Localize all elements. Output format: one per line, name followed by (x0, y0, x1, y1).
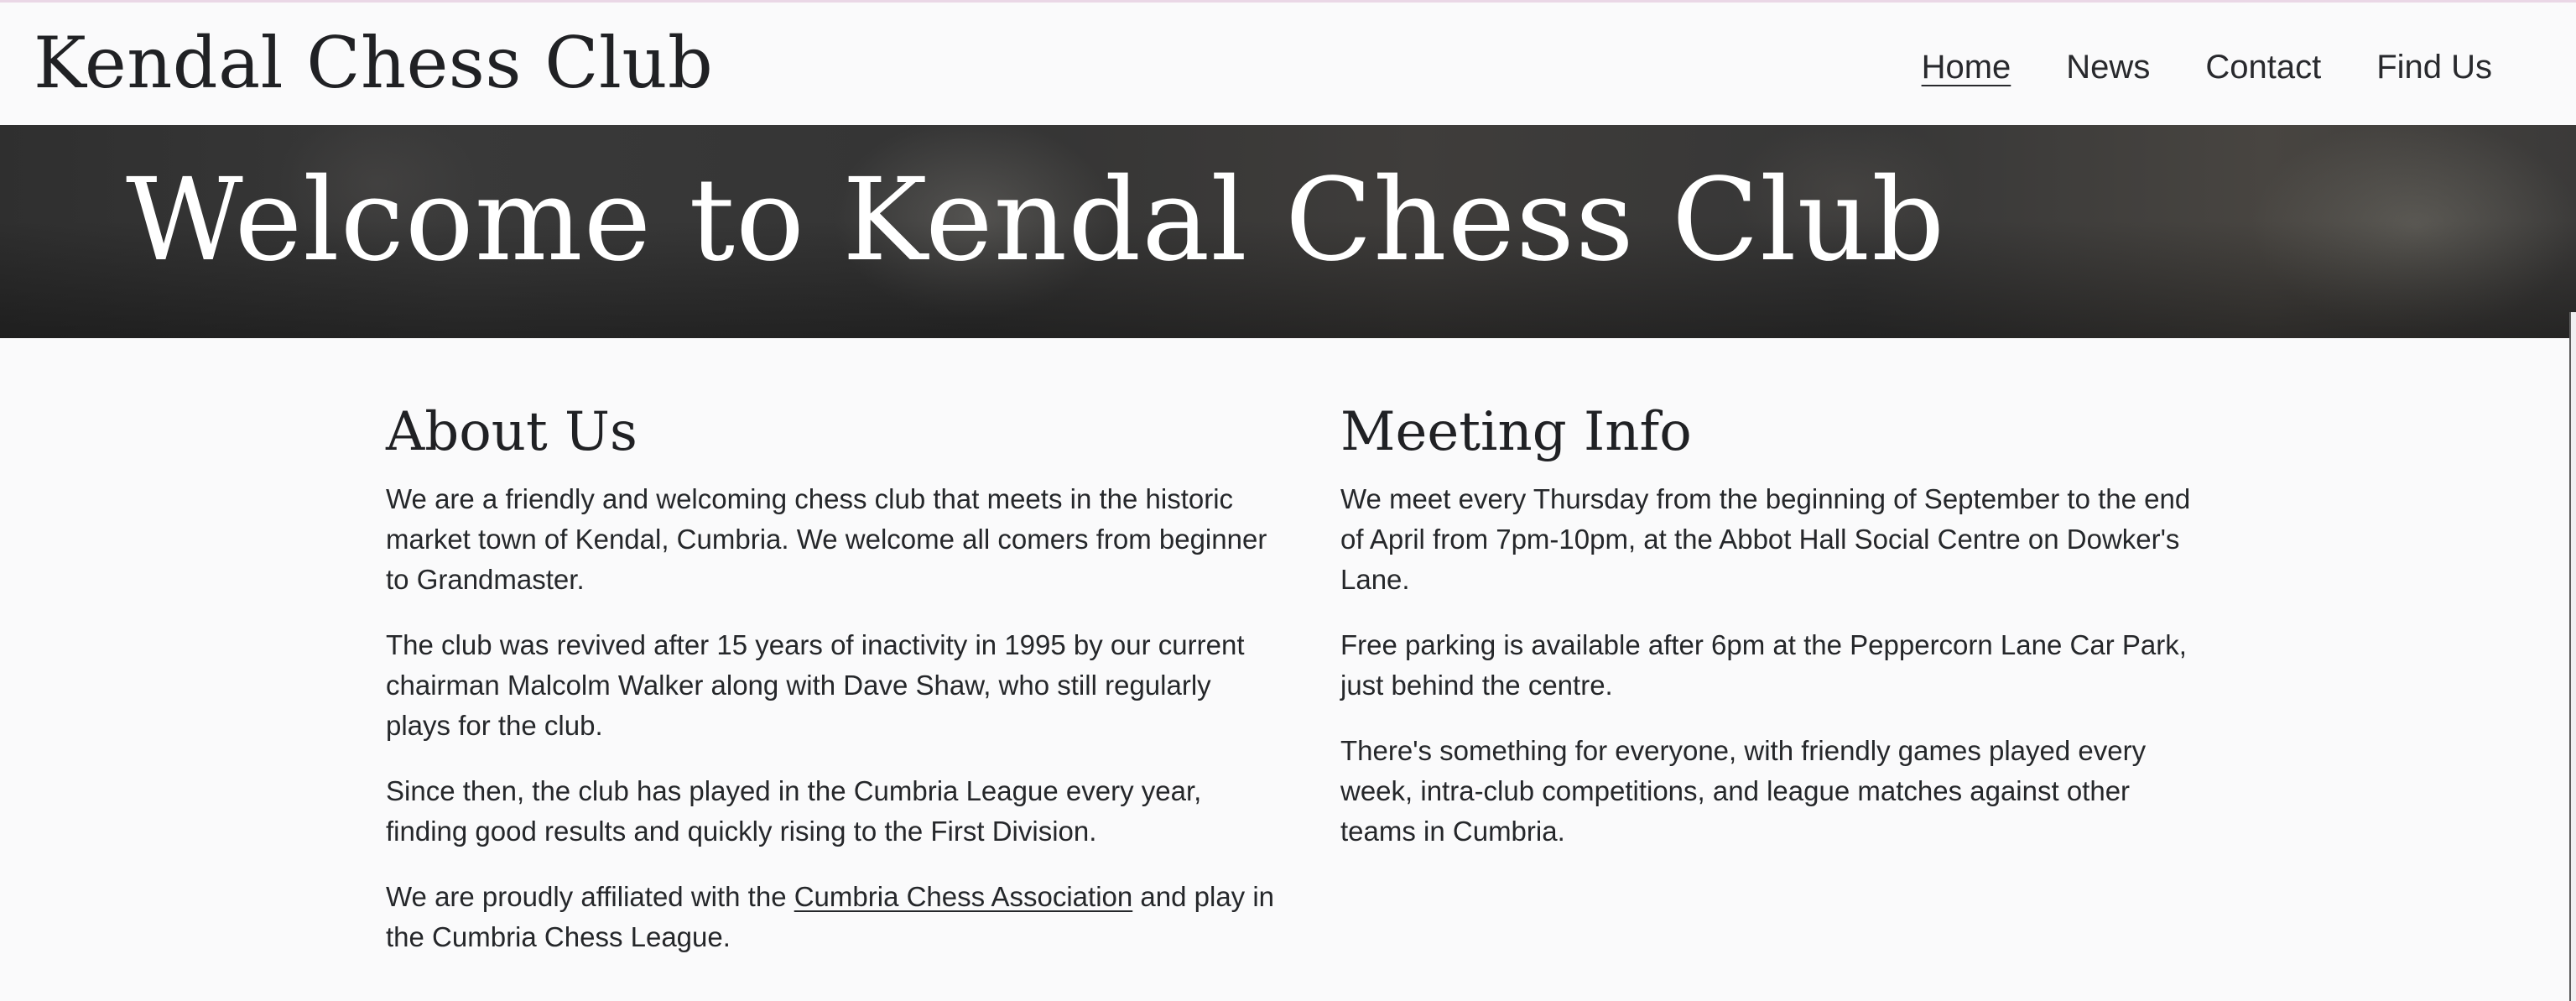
cumbria-chess-association-link[interactable]: Cumbria Chess Association (794, 881, 1133, 912)
nav-home-link[interactable]: Home (1922, 45, 2011, 89)
hero-title: Welcome to Kendal Chess Club (126, 154, 1946, 287)
about-paragraph-3: Since then, the club has played in the C… (386, 775, 1202, 847)
meeting-paragraph-2: Free parking is available after 6pm at t… (1340, 629, 2187, 701)
meeting-info-heading: Meeting Info (1340, 401, 1692, 463)
nav-find-us-link[interactable]: Find Us (2376, 45, 2492, 89)
about-paragraph-1: We are a friendly and welcoming chess cl… (386, 483, 1267, 595)
meeting-paragraph-3: There's something for everyone, with fri… (1340, 735, 2147, 847)
about-paragraph-2: The club was revived after 15 years of i… (386, 629, 1245, 741)
site-title[interactable]: Kendal Chess Club (34, 19, 713, 107)
meeting-paragraph-1: We meet every Thursday from the beginnin… (1340, 483, 2191, 595)
main-nav: Home News Contact Find Us (1922, 42, 2492, 92)
about-heading: About Us (386, 401, 637, 463)
about-section: About Us We are a friendly and welcoming… (386, 397, 1275, 983)
meeting-info-section: Meeting Info We meet every Thursday from… (1340, 397, 2204, 877)
nav-contact-link[interactable]: Contact (2205, 45, 2321, 89)
main-content: About Us We are a friendly and welcoming… (0, 338, 2576, 1001)
about-paragraph-4-prefix: We are proudly affiliated with the (386, 881, 794, 912)
page-scrollbar[interactable] (2569, 312, 2576, 1001)
nav-news-link[interactable]: News (2066, 45, 2150, 89)
site-header: Kendal Chess Club Home News Contact Find… (0, 3, 2576, 125)
hero-banner: Welcome to Kendal Chess Club (0, 125, 2576, 338)
about-paragraph-4: We are proudly affiliated with the Cumbr… (386, 877, 1275, 957)
